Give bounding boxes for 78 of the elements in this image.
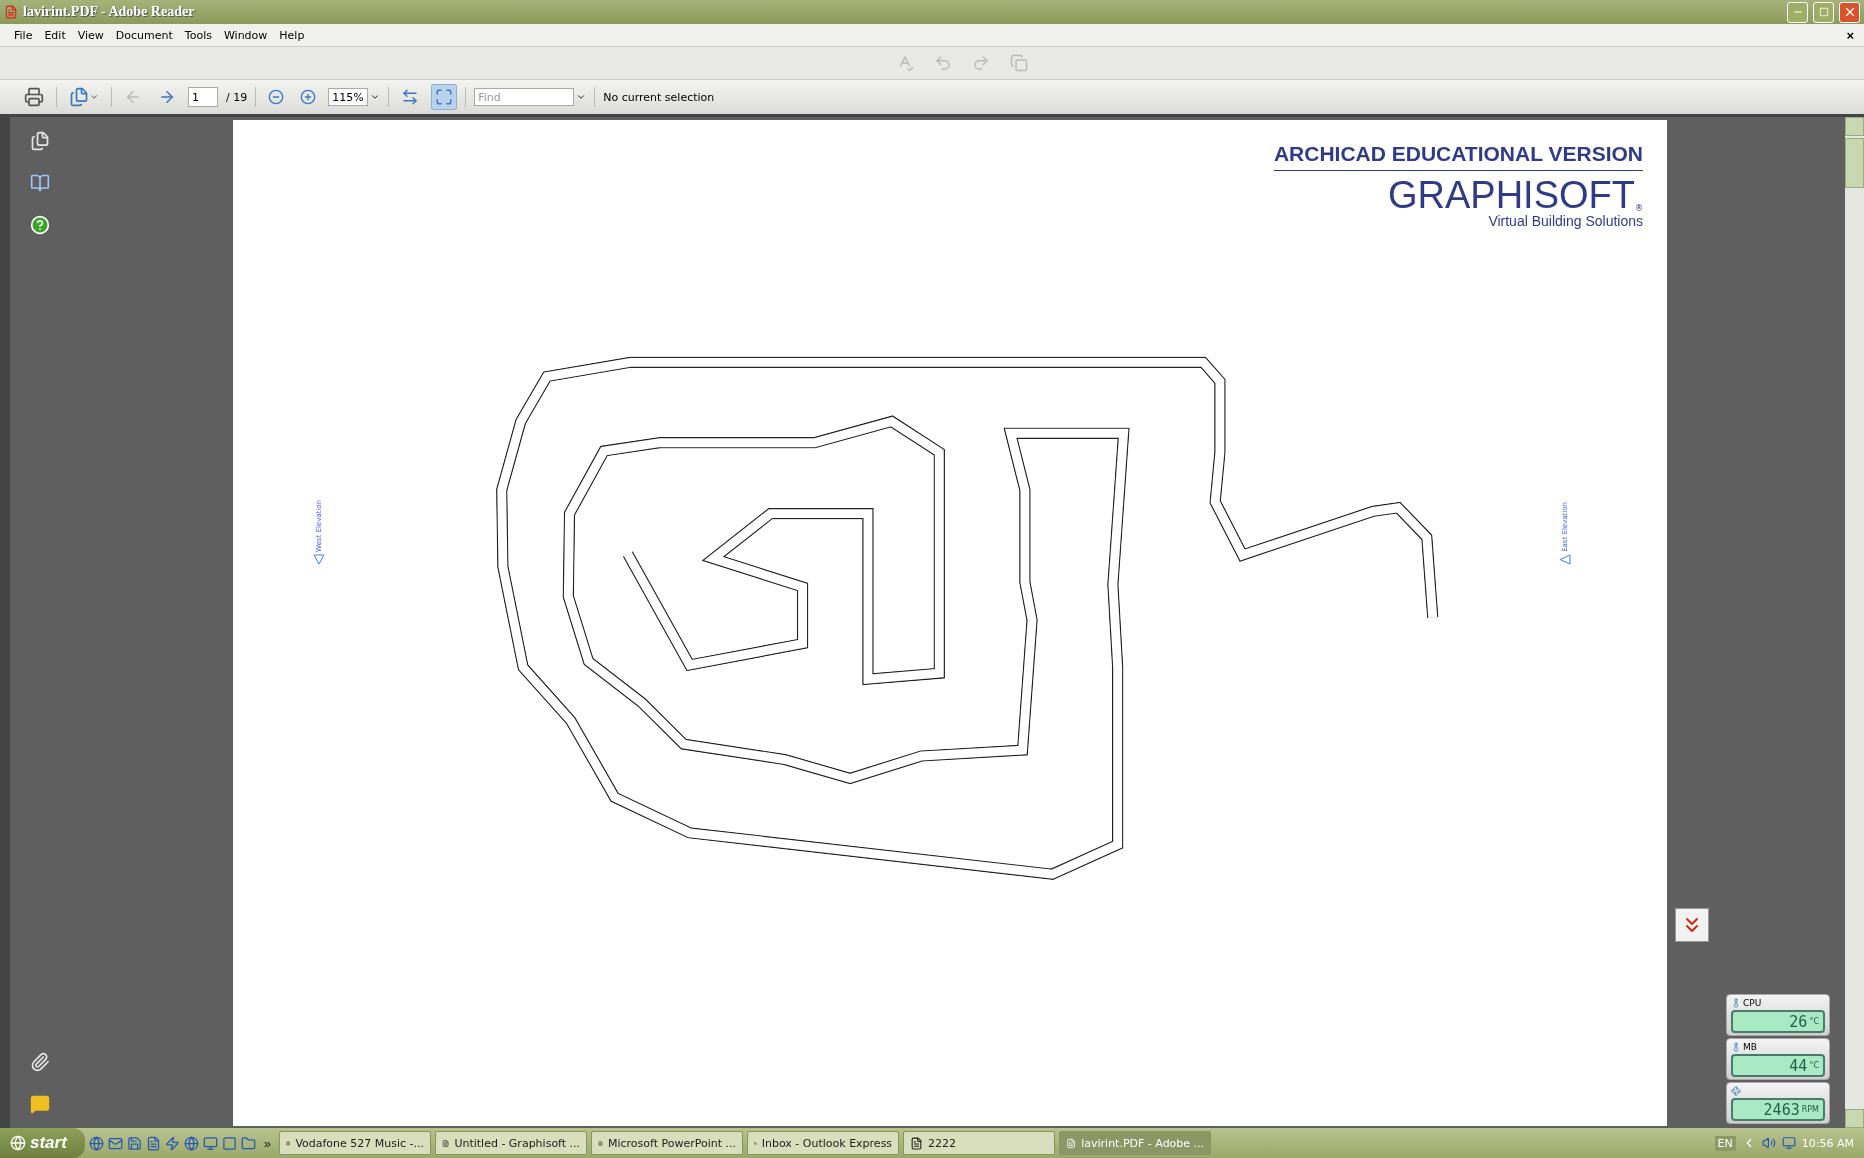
- menu-item[interactable]: Window: [217, 26, 274, 44]
- quick-launch-icon[interactable]: [221, 1135, 237, 1151]
- monitor-icon[interactable]: [1781, 1136, 1796, 1150]
- bookmark-icon[interactable]: [30, 173, 50, 193]
- minimize-button[interactable]: [1787, 1, 1808, 23]
- redo-icon: [972, 54, 990, 72]
- maximize-icon: [1818, 7, 1829, 17]
- taskbar-button[interactable]: Untitled - Graphisoft ...: [435, 1131, 588, 1155]
- menu-item[interactable]: View: [71, 26, 110, 44]
- zoom-field[interactable]: 115%: [328, 88, 369, 106]
- quick-launch-icon[interactable]: [240, 1135, 256, 1151]
- page-number-field[interactable]: 1: [188, 87, 218, 107]
- thermometer-icon: [1731, 998, 1741, 1008]
- quick-launch-icon[interactable]: [164, 1135, 180, 1151]
- taskbar-button[interactable]: Inbox - Outlook Express: [747, 1131, 900, 1155]
- quick-launch-icon[interactable]: [107, 1135, 123, 1151]
- app-icon: [910, 1136, 924, 1150]
- caret-icon[interactable]: [370, 92, 381, 102]
- window-title: lavirint.PDF - Adobe Reader: [23, 4, 196, 20]
- quick-launch-icon[interactable]: [183, 1135, 199, 1151]
- right-arrow-icon: [158, 88, 176, 106]
- overflow-button[interactable]: »: [259, 1135, 276, 1151]
- thermometer-icon: [1731, 1042, 1741, 1052]
- menu-item[interactable]: File: [8, 26, 39, 44]
- pages-icon[interactable]: [30, 131, 50, 151]
- registered-mark: ®: [1635, 204, 1643, 213]
- paperclip-icon[interactable]: [30, 1052, 50, 1072]
- sensor-label: CPU: [1743, 998, 1762, 1008]
- menu-item[interactable]: Edit: [38, 26, 72, 44]
- taskbar-button[interactable]: Microsoft PowerPoint ...: [591, 1131, 744, 1155]
- help-icon[interactable]: [30, 215, 50, 235]
- scrollbar[interactable]: [1845, 117, 1864, 1128]
- comments-icon[interactable]: [30, 1094, 50, 1114]
- close-button[interactable]: [1839, 1, 1860, 23]
- close-document-button[interactable]: ×: [1844, 27, 1856, 43]
- documents-icon: [69, 87, 89, 107]
- sensor-unit: °C: [1809, 1017, 1819, 1026]
- triangle-icon: [1559, 553, 1571, 565]
- sensor-unit: RPM: [1801, 1105, 1819, 1114]
- clock: 10:56 AM: [1801, 1136, 1854, 1150]
- fit-width-icon: [401, 88, 420, 106]
- page-count: / 19: [226, 90, 248, 104]
- sensor-reading: 26: [1789, 1012, 1808, 1031]
- triangle-icon: [313, 553, 325, 565]
- taskbar-button[interactable]: 2222: [903, 1131, 1056, 1155]
- sensor-unit: °C: [1809, 1061, 1819, 1070]
- quick-launch-icon[interactable]: [126, 1135, 142, 1151]
- menu-item[interactable]: Help: [273, 26, 311, 44]
- quick-launch-icon[interactable]: [88, 1135, 104, 1151]
- brand-name: GRAPHISOFT: [1387, 177, 1635, 213]
- maximize-button[interactable]: [1813, 1, 1834, 23]
- menu-item[interactable]: Tools: [178, 26, 218, 44]
- pdf-icon: [4, 5, 18, 19]
- tagline: Virtual Building Solutions: [1488, 213, 1643, 229]
- caret-icon: [89, 92, 99, 102]
- sensor-reading: 44: [1789, 1056, 1808, 1075]
- app-icon: [1066, 1136, 1077, 1150]
- find-field[interactable]: Find: [474, 88, 575, 106]
- fit-page-icon: [435, 88, 454, 106]
- start-button[interactable]: start: [0, 1128, 85, 1158]
- fit-page-button[interactable]: [431, 84, 458, 110]
- undo-icon: [934, 54, 952, 72]
- menu-item[interactable]: Document: [109, 26, 179, 44]
- fan-icon: [1731, 1086, 1741, 1096]
- sensor-reading: 2463: [1763, 1100, 1800, 1119]
- zoom-in-icon: [300, 89, 317, 105]
- volume-icon[interactable]: [1761, 1136, 1776, 1150]
- zoom-out-icon: [268, 89, 285, 105]
- taskbar-button[interactable]: Vodafone 527 Music -...: [279, 1131, 432, 1155]
- caret-icon[interactable]: [576, 92, 587, 102]
- copy-icon: [1010, 54, 1028, 72]
- edition-heading: ARCHICAD EDUCATIONAL VERSION: [1273, 142, 1643, 171]
- quick-launch-icon[interactable]: [202, 1135, 218, 1151]
- sensor-label: MB: [1743, 1042, 1757, 1052]
- quick-launch-icon[interactable]: [145, 1135, 161, 1151]
- print-icon: [24, 87, 44, 107]
- selection-status: No current selection: [603, 90, 715, 104]
- scroll-down-button[interactable]: [1675, 908, 1709, 942]
